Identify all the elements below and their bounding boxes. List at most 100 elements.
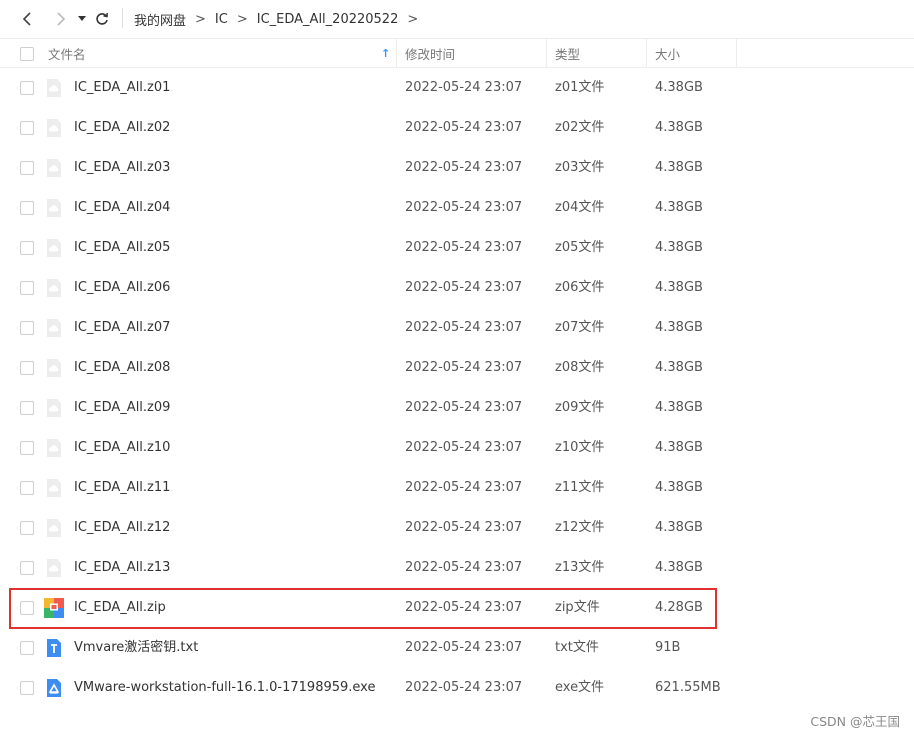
file-name[interactable]: Vmvare激活密钥.txt [74, 628, 198, 668]
file-size: 4.38GB [655, 440, 703, 455]
file-name[interactable]: IC_EDA_All.z12 [74, 508, 170, 548]
file-modified-time: 2022-05-24 23:07 [405, 320, 523, 335]
row-checkbox[interactable] [20, 161, 34, 175]
cloud-file-icon [44, 558, 64, 578]
file-row[interactable]: IC_EDA_All.z01 2022-05-24 23:07 z01文件 4.38G… [0, 68, 914, 108]
file-row[interactable]: IC_EDA_All.zip 2022-05-24 23:07 zip文件 4.28G… [0, 588, 914, 628]
file-type: z05文件 [555, 240, 605, 255]
cloud-file-icon [44, 78, 64, 98]
file-name[interactable]: VMware-workstation-full-16.1.0-17198959.… [74, 668, 375, 708]
file-type: z09文件 [555, 400, 605, 415]
file-size: 4.38GB [655, 200, 703, 215]
file-row[interactable]: VMware-workstation-full-16.1.0-17198959.… [0, 668, 914, 708]
sort-ascending-icon[interactable]: ↑ [381, 39, 390, 67]
file-modified-time: 2022-05-24 23:07 [405, 120, 523, 135]
file-modified-time: 2022-05-24 23:07 [405, 440, 523, 455]
row-checkbox[interactable] [20, 201, 34, 215]
file-name[interactable]: IC_EDA_All.z01 [74, 68, 170, 108]
breadcrumb-item[interactable]: 我的网盘 [134, 10, 186, 29]
column-divider[interactable] [546, 39, 547, 67]
breadcrumb-item[interactable]: IC [215, 12, 228, 27]
file-row[interactable]: IC_EDA_All.z05 2022-05-24 23:07 z05文件 4.38G… [0, 228, 914, 268]
file-row[interactable]: IC_EDA_All.z04 2022-05-24 23:07 z04文件 4.38G… [0, 188, 914, 228]
file-row[interactable]: IC_EDA_All.z11 2022-05-24 23:07 z11文件 4.38G… [0, 468, 914, 508]
file-modified-time: 2022-05-24 23:07 [405, 360, 523, 375]
file-modified-time: 2022-05-24 23:07 [405, 640, 523, 655]
file-modified-time: 2022-05-24 23:07 [405, 560, 523, 575]
file-row[interactable]: IC_EDA_All.z08 2022-05-24 23:07 z08文件 4.38G… [0, 348, 914, 388]
column-divider[interactable] [736, 39, 737, 67]
file-row[interactable]: Vmvare激活密钥.txt 2022-05-24 23:07 txt文件 91B [0, 628, 914, 668]
file-size: 4.38GB [655, 400, 703, 415]
file-size: 4.38GB [655, 240, 703, 255]
file-row[interactable]: IC_EDA_All.z10 2022-05-24 23:07 z10文件 4.38G… [0, 428, 914, 468]
history-dropdown-button[interactable] [72, 9, 92, 29]
file-row[interactable]: IC_EDA_All.z07 2022-05-24 23:07 z07文件 4.38G… [0, 308, 914, 348]
file-name[interactable]: IC_EDA_All.z11 [74, 468, 170, 508]
row-checkbox[interactable] [20, 561, 34, 575]
column-header-time[interactable]: 修改时间 [405, 39, 455, 67]
row-checkbox[interactable] [20, 521, 34, 535]
row-checkbox[interactable] [20, 121, 34, 135]
file-name[interactable]: IC_EDA_All.z08 [74, 348, 170, 388]
column-header-name-label: 文件名 [48, 46, 86, 62]
file-name[interactable]: IC_EDA_All.zip [74, 588, 166, 628]
file-type: z07文件 [555, 320, 605, 335]
breadcrumb-item[interactable]: IC_EDA_All_20220522 [257, 12, 399, 27]
file-size: 4.28GB [655, 600, 703, 615]
row-checkbox[interactable] [20, 641, 34, 655]
file-name[interactable]: IC_EDA_All.z03 [74, 148, 170, 188]
file-row[interactable]: IC_EDA_All.z13 2022-05-24 23:07 z13文件 4.38G… [0, 548, 914, 588]
file-size: 91B [655, 640, 681, 655]
file-row[interactable]: IC_EDA_All.z12 2022-05-24 23:07 z12文件 4.38G… [0, 508, 914, 548]
row-checkbox[interactable] [20, 601, 34, 615]
column-header-size-label: 大小 [655, 46, 681, 62]
row-checkbox[interactable] [20, 321, 34, 335]
row-checkbox[interactable] [20, 361, 34, 375]
file-name[interactable]: IC_EDA_All.z04 [74, 188, 170, 228]
cloud-file-icon [44, 358, 64, 378]
breadcrumb-arrow-icon[interactable]: > [407, 12, 418, 27]
file-modified-time: 2022-05-24 23:07 [405, 680, 523, 695]
row-checkbox[interactable] [20, 241, 34, 255]
file-size: 4.38GB [655, 520, 703, 535]
column-header-time-label: 修改时间 [405, 46, 456, 62]
file-name[interactable]: IC_EDA_All.z07 [74, 308, 170, 348]
back-button[interactable] [18, 9, 38, 29]
file-name[interactable]: IC_EDA_All.z06 [74, 268, 170, 308]
refresh-button[interactable] [92, 9, 112, 29]
file-row[interactable]: IC_EDA_All.z06 2022-05-24 23:07 z06文件 4.38G… [0, 268, 914, 308]
file-modified-time: 2022-05-24 23:07 [405, 280, 523, 295]
row-checkbox[interactable] [20, 481, 34, 495]
cloud-file-icon [44, 118, 64, 138]
cloud-file-icon [44, 158, 64, 178]
cloud-file-icon [44, 438, 64, 458]
file-name[interactable]: IC_EDA_All.z05 [74, 228, 170, 268]
row-checkbox[interactable] [20, 401, 34, 415]
file-size: 4.38GB [655, 160, 703, 175]
forward-button[interactable] [50, 9, 70, 29]
file-name[interactable]: IC_EDA_All.z02 [74, 108, 170, 148]
row-checkbox[interactable] [20, 681, 34, 695]
column-header-name[interactable]: 文件名 [48, 39, 86, 67]
file-list-header: 文件名 ↑ 修改时间 类型 大小 [0, 38, 914, 68]
file-row[interactable]: IC_EDA_All.z02 2022-05-24 23:07 z02文件 4.38G… [0, 108, 914, 148]
row-checkbox[interactable] [20, 81, 34, 95]
row-checkbox[interactable] [20, 281, 34, 295]
column-header-type[interactable]: 类型 [555, 39, 580, 67]
file-name[interactable]: IC_EDA_All.z09 [74, 388, 170, 428]
column-header-size[interactable]: 大小 [655, 39, 680, 67]
file-type: z12文件 [555, 520, 605, 535]
column-divider[interactable] [396, 39, 397, 67]
file-modified-time: 2022-05-24 23:07 [405, 160, 523, 175]
file-size: 4.38GB [655, 120, 703, 135]
file-row[interactable]: IC_EDA_All.z03 2022-05-24 23:07 z03文件 4.38G… [0, 148, 914, 188]
breadcrumb-arrow-icon: > [236, 11, 248, 27]
file-row[interactable]: IC_EDA_All.z09 2022-05-24 23:07 z09文件 4.38G… [0, 388, 914, 428]
column-divider[interactable] [646, 39, 647, 67]
select-all-checkbox[interactable] [20, 47, 34, 61]
file-type: z03文件 [555, 160, 605, 175]
row-checkbox[interactable] [20, 441, 34, 455]
file-name[interactable]: IC_EDA_All.z10 [74, 428, 170, 468]
file-name[interactable]: IC_EDA_All.z13 [74, 548, 170, 588]
